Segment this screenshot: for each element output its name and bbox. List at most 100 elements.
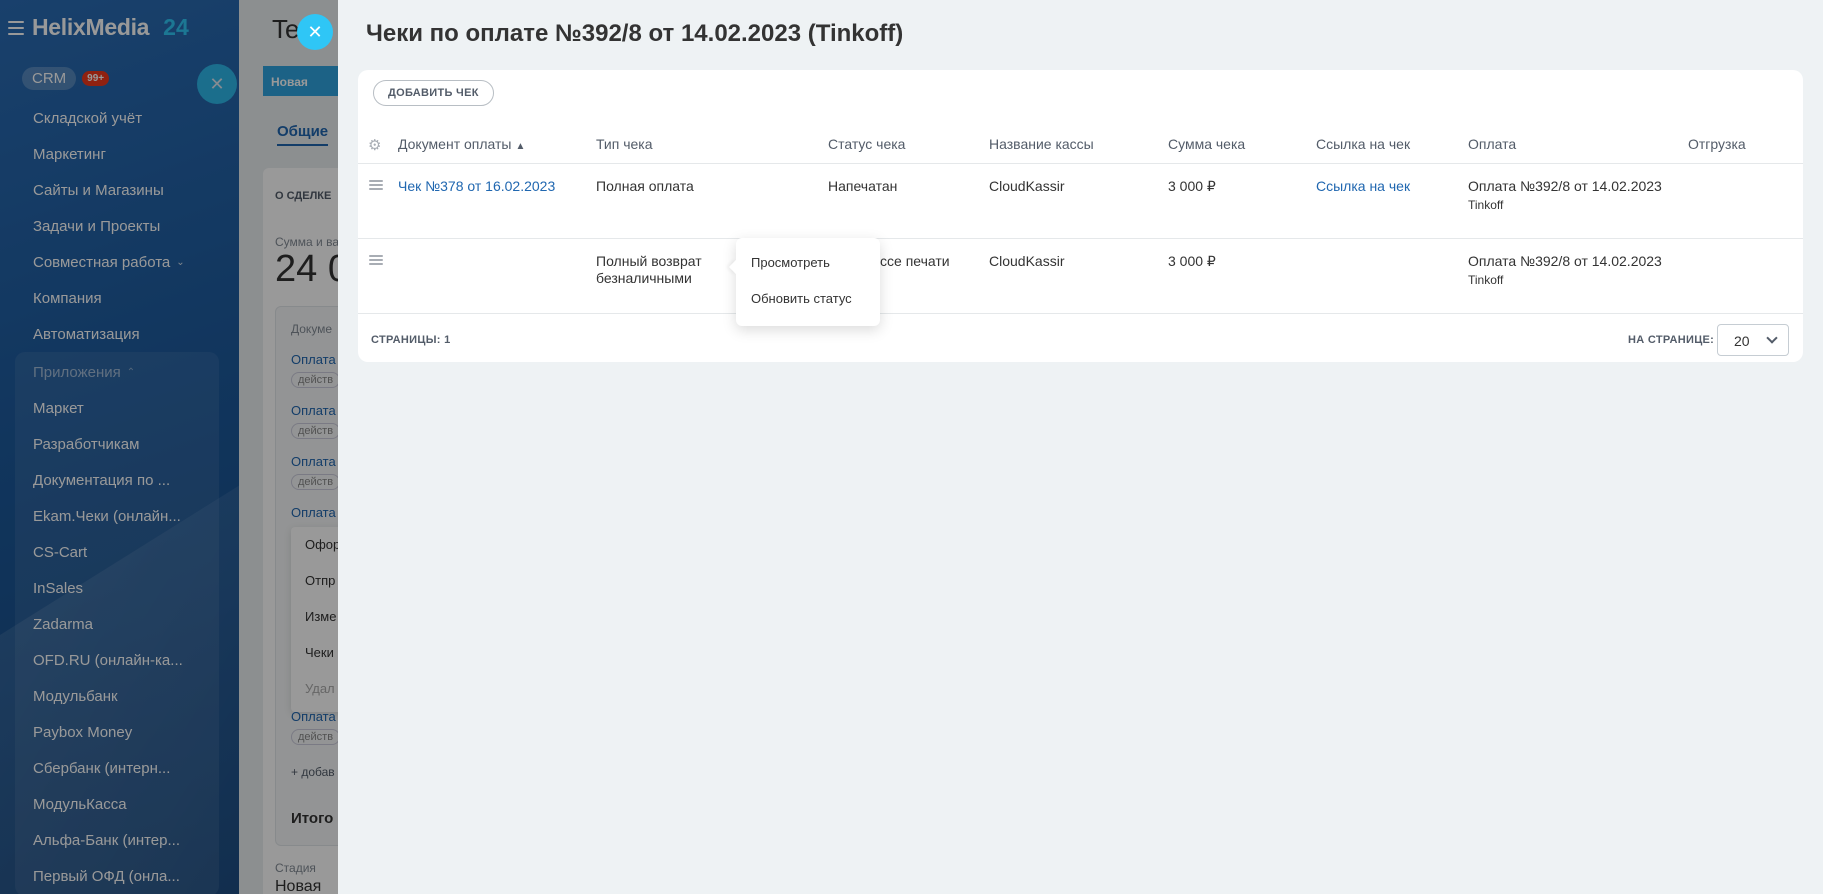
deal-payment-link: Оплата [291,454,336,469]
column-header-payment[interactable]: Оплата [1468,136,1668,153]
chevron-down-icon [1766,332,1778,344]
receipt-amount: 3 000 ₽ [1168,253,1216,269]
deal-stage-label: Стадия [275,861,316,875]
deal-add-link: + добав [291,765,335,779]
deal-payment-link: Оплата [291,709,336,724]
receipt-payment-label: Оплата №392/8 от 14.02.2023 [1468,253,1662,269]
sidebar-app-item[interactable]: OFD.RU (онлайн-ка... [15,642,219,678]
receipt-register: CloudKassir [989,178,1065,194]
receipt-payment-system: Tinkoff [1468,273,1504,287]
sidebar-app-item[interactable]: Разработчикам [15,426,219,462]
sidebar-app-item[interactable]: Первый ОФД (онла... [15,858,219,894]
receipt-payment: Оплата №392/8 от 14.02.2023 Tinkoff [1468,253,1668,289]
close-icon: ✕ [307,21,323,42]
sidebar-app-item[interactable]: InSales [15,570,219,606]
receipt-type: Полная оплата [596,178,694,194]
slider-title: Чеки по оплате №392/8 от 14.02.2023 (Tin… [366,20,904,47]
receipt-link[interactable]: Ссылка на чек [1316,178,1456,195]
per-page-select[interactable]: 20 [1717,324,1789,356]
column-header-type[interactable]: Тип чека [596,136,796,153]
deal-payment-tag: действ [291,423,341,439]
receipts-slider: Чеки по оплате №392/8 от 14.02.2023 (Tin… [338,0,1823,894]
receipt-register: CloudKassir [989,253,1065,269]
per-page-value: 20 [1734,333,1750,349]
sidebar-app-item[interactable]: Paybox Money [15,714,219,750]
sidebar-app-item[interactable]: МодульКасса [15,786,219,822]
sidebar-item-collaboration[interactable]: Совместная работа ⌄ [0,244,239,280]
sidebar-app-item[interactable]: Альфа-Банк (интер... [15,822,219,858]
deal-title: Te [272,14,300,44]
drag-handle-icon[interactable] [369,255,383,265]
add-receipt-button[interactable]: ДОБАВИТЬ ЧЕК [373,80,494,106]
sidebar-item-sites[interactable]: Сайты и Магазины [0,172,239,208]
column-header-register[interactable]: Название кассы [989,136,1149,153]
pages-indicator: СТРАНИЦЫ: 1 [371,334,451,346]
table-row: Чек №378 от 16.02.2023 Полная оплата Нап… [358,164,1803,239]
deal-payment-tag: действ [291,474,341,490]
column-header-status[interactable]: Статус чека [828,136,968,153]
menu-item-view[interactable]: Просмотреть [736,252,880,288]
per-page-label: НА СТРАНИЦЕ: [1628,334,1715,346]
sidebar-app-item[interactable]: Ekam.Чеки (онлайн... [15,498,219,534]
close-slider-button[interactable]: ✕ [297,14,333,50]
sidebar-apps-group: Приложения ⌃ Маркет Разработчикам Докумен… [15,352,219,894]
sidebar-item-tasks[interactable]: Задачи и Проекты [0,208,239,244]
chevron-up-icon: ⌃ [126,366,136,378]
column-header-shipment[interactable]: Отгрузка [1688,136,1788,153]
drag-handle-icon[interactable] [369,180,383,190]
deal-payment-tag: действ [291,372,341,388]
deal-payment-link: Оплата [291,403,336,418]
sort-up-icon: ▲ [515,141,526,152]
deal-sum-label: Сумма и ва [275,235,339,249]
deal-total-label: Итого к [291,810,345,827]
crm-counter-badge: 99+ [82,70,110,86]
sidebar-app-item[interactable]: Сбербанк (интерн... [15,750,219,786]
receipt-status: Напечатан [828,178,898,194]
sidebar-app-item[interactable]: Модульбанк [15,678,219,714]
column-header-label: Документ оплаты [398,136,512,152]
deal-payment-link: Оплата [291,505,336,520]
sidebar-item-company[interactable]: Компания [0,280,239,316]
sidebar-item-automation[interactable]: Автоматизация [0,316,239,352]
sidebar-app-item[interactable]: Документация по ... [15,462,219,498]
sidebar-app-item[interactable]: Маркет [15,390,219,426]
column-header-amount[interactable]: Сумма чека [1168,136,1308,153]
sidebar-apps-header[interactable]: Приложения ⌃ [15,354,219,390]
burger-menu-icon[interactable] [8,20,24,35]
receipts-grid: ⚙ Документ оплаты ▲ Тип чека Статус чека … [358,126,1803,314]
receipt-payment-label: Оплата №392/8 от 14.02.2023 [1468,178,1662,194]
deal-payment-tag: действ [291,729,341,745]
deal-section-label: О СДЕЛКЕ [275,190,332,202]
sidebar-app-item[interactable]: CS-Cart [15,534,219,570]
sidebar-nav: CRM 99+ Складской учёт Маркетинг Сайты и… [0,64,239,894]
deal-docs-label: Докуме [291,322,333,336]
deal-stage-value: Новая [275,878,322,894]
receipt-payment: Оплата №392/8 от 14.02.2023 Tinkoff [1468,178,1668,214]
receipt-payment-system: Tinkoff [1468,198,1504,212]
main-sidebar: HelixMedia 24 CRM 99+ Складской учёт Марк… [0,0,239,894]
receipt-amount: 3 000 ₽ [1168,178,1216,194]
sidebar-item-label: Приложения [33,363,121,381]
deal-payment-link: Оплата [291,352,336,367]
sidebar-app-item[interactable]: Zadarma [15,606,219,642]
tab-general: Общие [277,123,329,146]
chevron-down-icon: ⌄ [176,256,185,268]
brand-number: 24 [163,14,189,40]
table-row: Полный возврат безналичными В процессе п… [358,239,1803,314]
receipt-doc-link[interactable]: Чек №378 от 16.02.2023 [398,178,558,195]
sidebar-item-marketing[interactable]: Маркетинг [0,136,239,172]
grid-footer: СТРАНИЦЫ: 1 НА СТРАНИЦЕ: 20 [358,318,1803,362]
crm-pill[interactable]: CRM [22,66,77,90]
row-context-menu: Просмотреть Обновить статус [736,238,880,326]
menu-item-refresh-status[interactable]: Обновить статус [736,288,880,324]
brand[interactable]: HelixMedia 24 [8,14,189,41]
column-header-doc[interactable]: Документ оплаты ▲ [398,136,558,155]
receipts-panel: ДОБАВИТЬ ЧЕК ⚙ Документ оплаты ▲ Тип чека… [358,70,1803,362]
close-icon[interactable]: ✕ [197,64,237,104]
grid-header-row: ⚙ Документ оплаты ▲ Тип чека Статус чека … [358,126,1803,164]
gear-icon[interactable]: ⚙ [368,136,381,154]
sidebar-item-warehouse[interactable]: Складской учёт [0,100,239,136]
brand-name: HelixMedia [32,14,150,40]
sidebar-item-label: Совместная работа [33,253,171,271]
column-header-link[interactable]: Ссылка на чек [1316,136,1456,153]
